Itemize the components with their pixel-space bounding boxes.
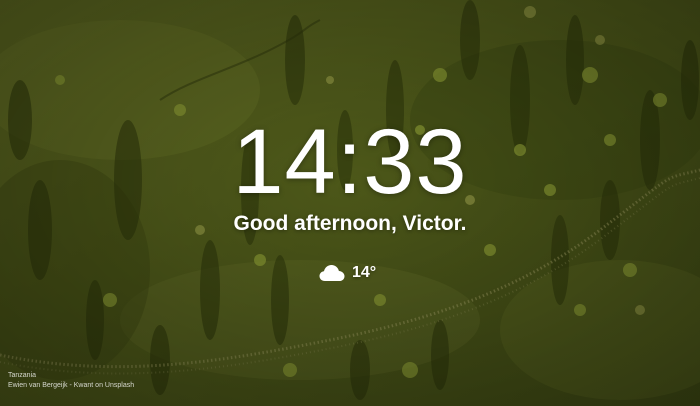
new-tab-dashboard: 14:33 Good afternoon, Victor. 14° Tanzan… xyxy=(0,0,700,406)
photo-attribution: Ewien van Bergeijk - Kwant on Unsplash xyxy=(8,381,134,391)
cloud-icon xyxy=(319,265,345,281)
photographer-link[interactable]: Ewien van Bergeijk - Kwant xyxy=(8,382,93,389)
attribution-connector: on xyxy=(95,382,103,389)
weather-widget[interactable]: 14° xyxy=(318,260,376,286)
clock-time: 14:33 xyxy=(232,111,468,213)
greeting-text: Good afternoon, Victor. xyxy=(233,212,467,235)
photo-location-link[interactable]: Tanzania xyxy=(8,371,134,381)
photo-credit: Tanzania Ewien van Bergeijk - Kwant on U… xyxy=(8,371,134,391)
weather-temperature: 14° xyxy=(352,264,377,281)
source-link[interactable]: Unsplash xyxy=(105,382,134,389)
